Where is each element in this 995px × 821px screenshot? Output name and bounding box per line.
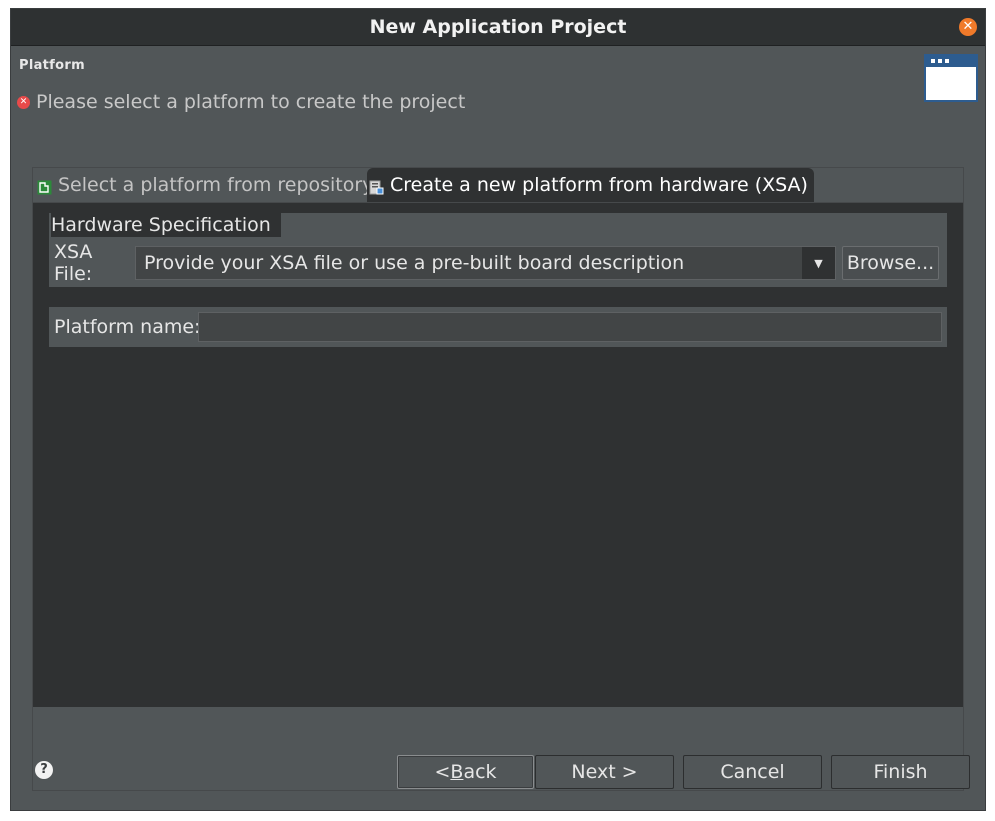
back-button[interactable]: < Back (397, 755, 534, 789)
platform-name-row: Platform name: (54, 311, 942, 343)
xsa-file-row: XSA File: Provide your XSA file or use a… (54, 241, 942, 285)
finish-button[interactable]: Finish (831, 755, 970, 789)
chevron-down-icon[interactable]: ▼ (802, 247, 835, 279)
error-message: Please select a platform to create the p… (36, 91, 466, 113)
tab-strip: Select a platform from repository Create… (33, 168, 963, 202)
wizard-header: Platform ✕ Please select a platform to c… (11, 46, 985, 128)
wizard-banner-icon (924, 54, 978, 102)
error-message-row: ✕ Please select a platform to create the… (17, 90, 465, 114)
platform-repo-icon (37, 178, 52, 194)
error-icon: ✕ (17, 95, 30, 109)
dialog-title: New Application Project (369, 16, 627, 38)
tab-select-platform-repository[interactable]: Select a platform from repository (37, 168, 379, 202)
help-icon[interactable]: ? (35, 761, 53, 779)
tab-label: Create a new platform from hardware (XSA… (390, 174, 808, 196)
xsa-file-combo[interactable]: Provide your XSA file or use a pre-built… (135, 246, 836, 280)
back-label-rest: ack (463, 761, 497, 783)
platform-name-input[interactable] (198, 312, 942, 342)
xsa-file-label: XSA File: (54, 241, 93, 285)
tab-content-panel: Hardware Specification XSA File: Provide… (33, 202, 963, 707)
next-button[interactable]: Next > (535, 755, 674, 789)
hardware-specification-group: Hardware Specification XSA File: Provide… (49, 213, 947, 287)
platform-name-group: Platform name: (49, 307, 947, 347)
platform-tab-folder: Select a platform from repository Create… (32, 167, 964, 791)
browse-button[interactable]: Browse... (842, 246, 939, 280)
xsa-file-value[interactable]: Provide your XSA file or use a pre-built… (136, 252, 802, 274)
hardware-platform-icon (369, 178, 384, 194)
new-application-project-dialog: New Application Project ✕ Platform ✕ Ple… (10, 8, 986, 811)
platform-name-label: Platform name: (54, 316, 201, 338)
section-title: Platform (19, 58, 85, 73)
back-label-mnemonic: B (450, 761, 464, 783)
title-bar: New Application Project ✕ (11, 9, 985, 46)
tab-create-platform-hardware[interactable]: Create a new platform from hardware (XSA… (367, 168, 814, 202)
close-icon[interactable]: ✕ (959, 18, 977, 36)
group-label: Hardware Specification (51, 213, 281, 237)
tab-label: Select a platform from repository (58, 174, 374, 196)
back-label-prefix: < (434, 761, 451, 783)
cancel-button[interactable]: Cancel (683, 755, 822, 789)
